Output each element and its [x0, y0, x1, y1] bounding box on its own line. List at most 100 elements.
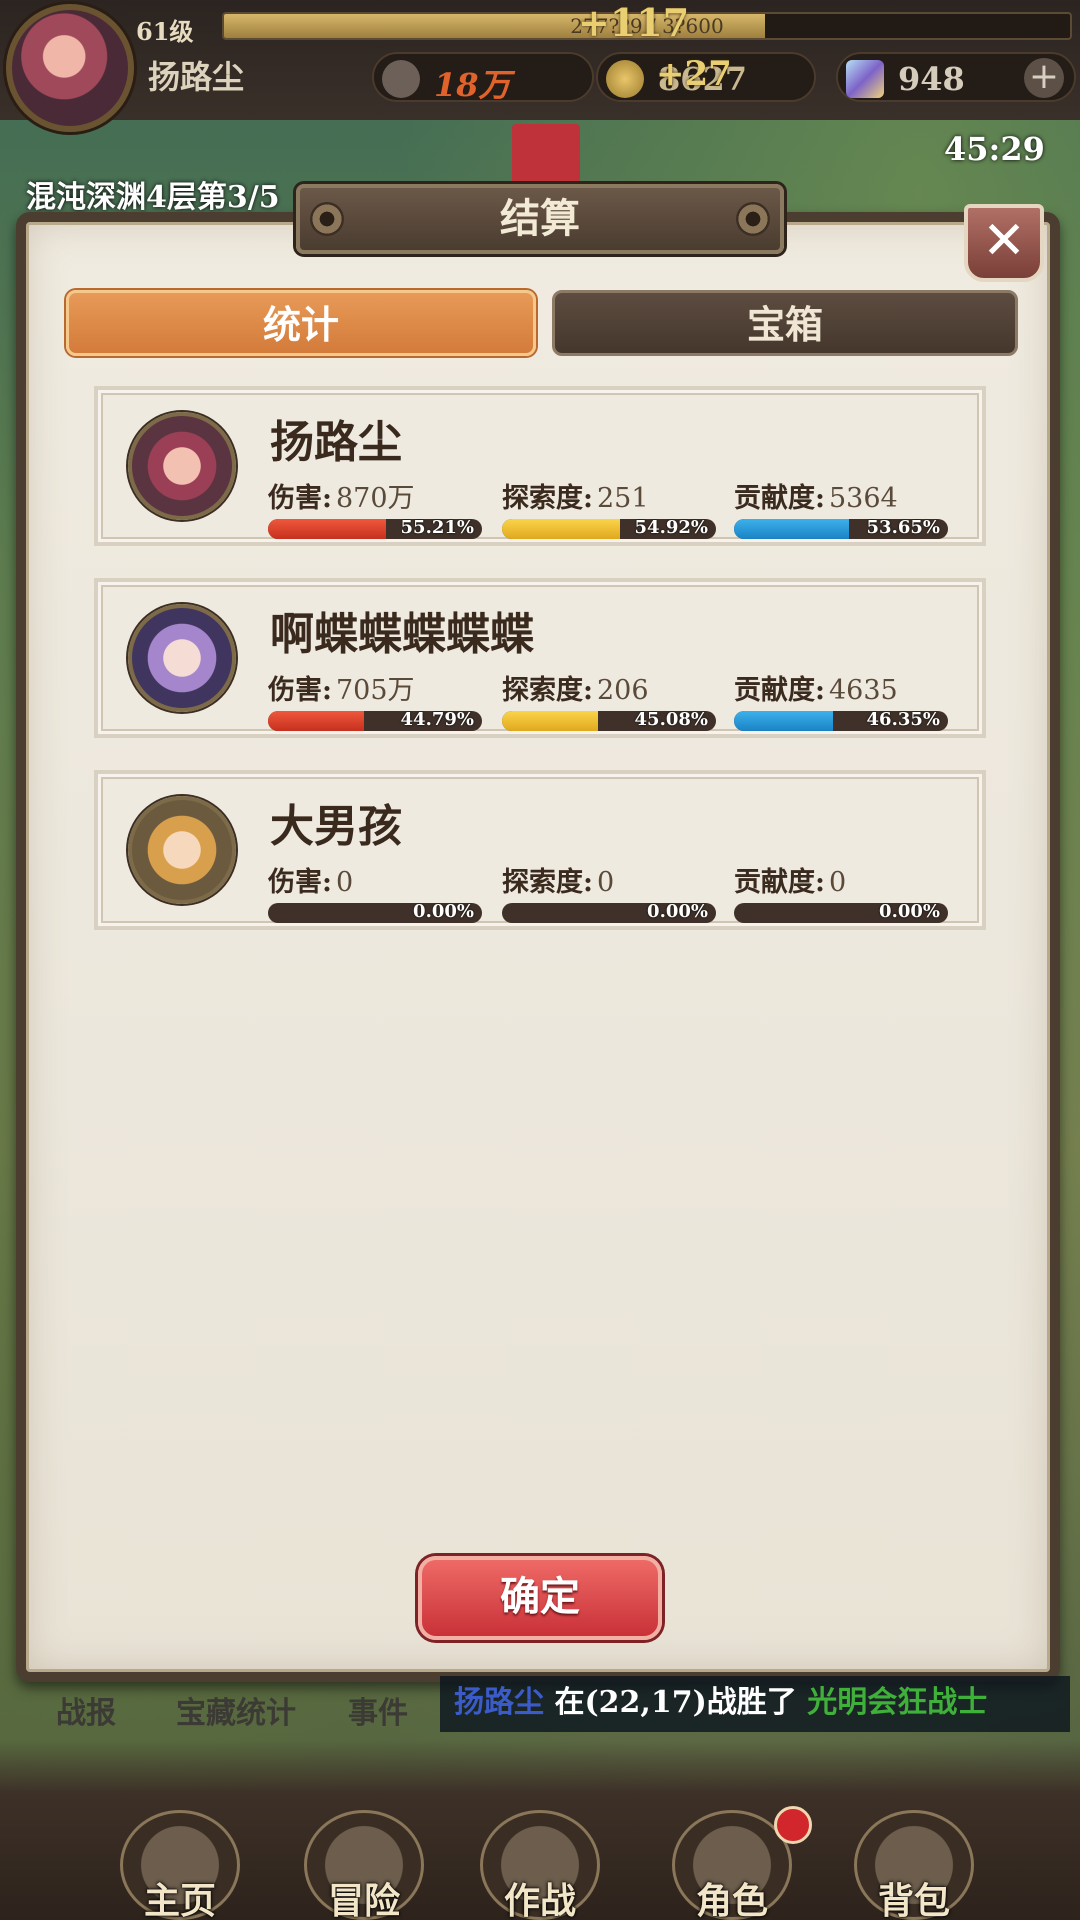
contribution-stat: 贡献度: 0 0.00% — [734, 860, 948, 923]
tab-treasure-stats[interactable]: 宝藏统计 — [176, 1688, 296, 1732]
top-status-bar: 61级 277??9 / 3?600 +117 扬路尘 18万 8627 +27… — [0, 0, 1080, 132]
explore-percent: 0.00% — [647, 903, 708, 922]
title-ornament-icon — [736, 202, 770, 236]
damage-value: 705万 — [335, 675, 415, 706]
player-avatar — [128, 796, 236, 904]
contribution-stat: 贡献度: 5364 53.65% — [734, 476, 948, 539]
player-name: 大男孩 — [270, 801, 402, 852]
nav-battle[interactable]: 作战 — [460, 1810, 620, 1920]
explore-value: 206 — [596, 675, 649, 706]
nav-adventure-label: 冒险 — [327, 1880, 400, 1920]
add-gems-button[interactable]: + — [1024, 58, 1064, 98]
contribution-percent: 53.65% — [866, 519, 940, 538]
nav-bag[interactable]: 背包 — [834, 1810, 994, 1920]
damage-label: 伤害: — [268, 675, 332, 706]
title-ornament-icon — [310, 202, 344, 236]
potion-icon[interactable] — [512, 124, 580, 184]
contribution-percent: 0.00% — [879, 903, 940, 922]
player-avatar — [128, 412, 236, 520]
damage-bar: 44.79% — [268, 711, 482, 731]
confirm-button[interactable]: 确定 — [418, 1556, 662, 1640]
nav-character-label: 角色 — [695, 1880, 768, 1920]
tab-chest[interactable]: 宝箱 — [552, 290, 1018, 356]
nav-battle-label: 作战 — [503, 1880, 576, 1920]
contribution-bar: 0.00% — [734, 903, 948, 923]
bottom-navbar: 主页 冒险 作战 角色 背包 — [0, 1740, 1080, 1920]
explore-stat: 探索度: 0 0.00% — [502, 860, 716, 923]
nav-character[interactable]: 角色 — [652, 1806, 812, 1920]
countdown-timer: 45:29 — [944, 130, 1045, 168]
tab-statistics[interactable]: 统计 — [66, 290, 536, 356]
power-display: 18万 — [372, 52, 594, 104]
explore-percent: 54.92% — [634, 519, 708, 538]
player-stat-card: 大男孩 伤害: 0 0.00% 探索度: 0 0.00% 贡献度: 0 0.00% — [94, 770, 986, 930]
log-player-name: 扬路尘 — [454, 1685, 544, 1720]
tab-events[interactable]: 事件 — [348, 1688, 408, 1732]
contribution-percent: 46.35% — [866, 711, 940, 730]
gold-coin-icon — [606, 60, 644, 98]
gem-display: 948 + — [836, 52, 1076, 102]
contribution-stat: 贡献度: 4635 46.35% — [734, 668, 948, 731]
swords-icon — [382, 60, 420, 98]
notification-dot — [774, 1806, 812, 1844]
explore-stat: 探索度: 251 54.92% — [502, 476, 716, 539]
player-name: 啊蝶蝶蝶蝶蝶 — [270, 609, 534, 660]
nav-home-label: 主页 — [143, 1880, 216, 1920]
log-message: 在(22,17)战胜了 — [544, 1685, 808, 1720]
explore-percent: 45.08% — [634, 711, 708, 730]
explore-bar: 45.08% — [502, 711, 716, 731]
contribution-label: 贡献度: — [734, 675, 825, 706]
contribution-label: 贡献度: — [734, 867, 825, 898]
explore-label: 探索度: — [502, 867, 593, 898]
damage-label: 伤害: — [268, 483, 332, 514]
contribution-value: 0 — [828, 867, 847, 898]
nav-adventure[interactable]: 冒险 — [284, 1810, 444, 1920]
damage-stat: 伤害: 870万 55.21% — [268, 476, 482, 539]
player-stat-card: 啊蝶蝶蝶蝶蝶 伤害: 705万 44.79% 探索度: 206 45.08% 贡献度… — [94, 578, 986, 738]
damage-bar: 55.21% — [268, 519, 482, 539]
explore-value: 251 — [596, 483, 649, 514]
contribution-bar: 46.35% — [734, 711, 948, 731]
player-stat-card: 扬路尘 伤害: 870万 55.21% 探索度: 251 54.92% 贡献度: 53… — [94, 386, 986, 546]
player-avatar — [128, 604, 236, 712]
dungeon-location: 混沌深渊4层第3/5 — [26, 180, 280, 215]
damage-stat: 伤害: 0 0.00% — [268, 860, 482, 923]
explore-stat: 探索度: 206 45.08% — [502, 668, 716, 731]
explore-label: 探索度: — [502, 675, 593, 706]
nav-home[interactable]: 主页 — [100, 1810, 260, 1920]
damage-percent: 0.00% — [413, 903, 474, 922]
explore-value: 0 — [596, 867, 615, 898]
log-enemy-name: 光明会狂战士 — [807, 1685, 988, 1720]
crystal-icon — [846, 60, 884, 98]
damage-bar-fill — [268, 711, 364, 731]
player-name: 扬路尘 — [270, 417, 402, 468]
contribution-label: 贡献度: — [734, 483, 825, 514]
contribution-bar-fill — [734, 519, 849, 539]
damage-value: 870万 — [335, 483, 415, 514]
close-button[interactable]: ✕ — [964, 204, 1044, 282]
tab-battle-report[interactable]: 战报 — [56, 1688, 116, 1732]
dialog-title-text: 结算 — [500, 195, 580, 242]
player-name: 扬路尘 — [148, 58, 245, 96]
contribution-bar-fill — [734, 711, 834, 731]
contribution-bar: 53.65% — [734, 519, 948, 539]
exp-gain: +117 — [578, 0, 690, 45]
gem-value: 948 — [898, 60, 965, 98]
player-level: 61级 — [136, 17, 194, 46]
power-value: 18万 — [434, 66, 511, 104]
damage-label: 伤害: — [268, 867, 332, 898]
damage-stat: 伤害: 705万 44.79% — [268, 668, 482, 731]
explore-bar: 54.92% — [502, 519, 716, 539]
gold-gain: +27 — [656, 54, 732, 94]
dialog-title: 结算 — [296, 184, 784, 254]
contribution-value: 4635 — [828, 675, 898, 706]
battle-log: 扬路尘 在(22,17)战胜了 光明会狂战士 — [440, 1676, 1070, 1732]
damage-percent: 44.79% — [400, 711, 474, 730]
damage-bar-fill — [268, 519, 387, 539]
contribution-value: 5364 — [828, 483, 898, 514]
explore-bar: 0.00% — [502, 903, 716, 923]
nav-bag-label: 背包 — [877, 1880, 950, 1920]
explore-bar-fill — [502, 711, 599, 731]
player-avatar[interactable] — [6, 4, 134, 132]
damage-bar: 0.00% — [268, 903, 482, 923]
